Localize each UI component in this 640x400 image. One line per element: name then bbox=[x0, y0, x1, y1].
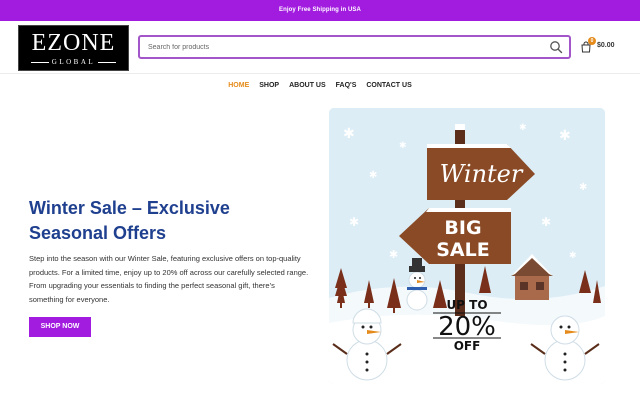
winter-sale-banner[interactable]: ✱ ✱ ✱ ✱ ✱ ✱ ✱ ✱ ✱ ✱ ✱ ✱ bbox=[329, 108, 605, 384]
logo-line-right bbox=[98, 62, 116, 63]
promo-text: Enjoy Free Shipping in USA bbox=[279, 7, 361, 13]
svg-text:✱: ✱ bbox=[541, 215, 551, 229]
banner-off-text: OFF bbox=[454, 339, 481, 353]
nav-item-about-us[interactable]: ABOUT US bbox=[289, 79, 326, 93]
cart[interactable]: 0 $0.00 bbox=[578, 37, 628, 55]
sign-big-text: BIG bbox=[444, 217, 481, 239]
shop-now-button[interactable]: SHOP NOW bbox=[29, 317, 91, 337]
svg-text:✱: ✱ bbox=[349, 215, 359, 229]
svg-text:✱: ✱ bbox=[519, 123, 527, 133]
svg-text:✱: ✱ bbox=[389, 248, 398, 261]
svg-text:✱: ✱ bbox=[369, 170, 377, 181]
search-bar bbox=[138, 35, 571, 59]
banner-up-to-text: UP TO bbox=[446, 298, 487, 312]
main-nav: HOME SHOP ABOUT US FAQ'S CONTACT US bbox=[0, 79, 640, 93]
cart-total: $0.00 bbox=[597, 42, 615, 49]
search-input[interactable] bbox=[140, 37, 540, 57]
nav-item-contact-us[interactable]: CONTACT US bbox=[366, 79, 411, 93]
svg-text:✱: ✱ bbox=[559, 128, 571, 144]
sign-sale-text: SALE bbox=[436, 239, 489, 261]
site-logo[interactable]: EZONE GLOBAL bbox=[18, 25, 129, 71]
svg-text:✱: ✱ bbox=[579, 182, 587, 193]
site-header: EZONE GLOBAL 0 $0.00 bbox=[0, 21, 640, 75]
search-icon[interactable] bbox=[549, 40, 563, 54]
header-divider bbox=[0, 73, 640, 74]
hero-description: Step into the season with our Winter Sal… bbox=[29, 254, 309, 304]
sign-winter-text: Winter bbox=[440, 160, 524, 188]
promo-bar: Enjoy Free Shipping in USA bbox=[0, 0, 640, 21]
cart-count-badge: 0 bbox=[588, 37, 596, 45]
nav-item-shop[interactable]: SHOP bbox=[259, 79, 279, 93]
banner-illustration: ✱ ✱ ✱ ✱ ✱ ✱ ✱ ✱ ✱ ✱ ✱ ✱ bbox=[329, 108, 605, 384]
logo-main-text: EZONE bbox=[31, 30, 116, 56]
svg-text:✱: ✱ bbox=[343, 126, 355, 142]
nav-item-home[interactable]: HOME bbox=[228, 79, 249, 93]
svg-text:✱: ✱ bbox=[569, 251, 577, 261]
svg-text:✱: ✱ bbox=[399, 141, 407, 151]
hero-title: Winter Sale – Exclusive Seasonal Offers bbox=[29, 198, 230, 243]
nav-item-faqs[interactable]: FAQ'S bbox=[336, 79, 357, 93]
